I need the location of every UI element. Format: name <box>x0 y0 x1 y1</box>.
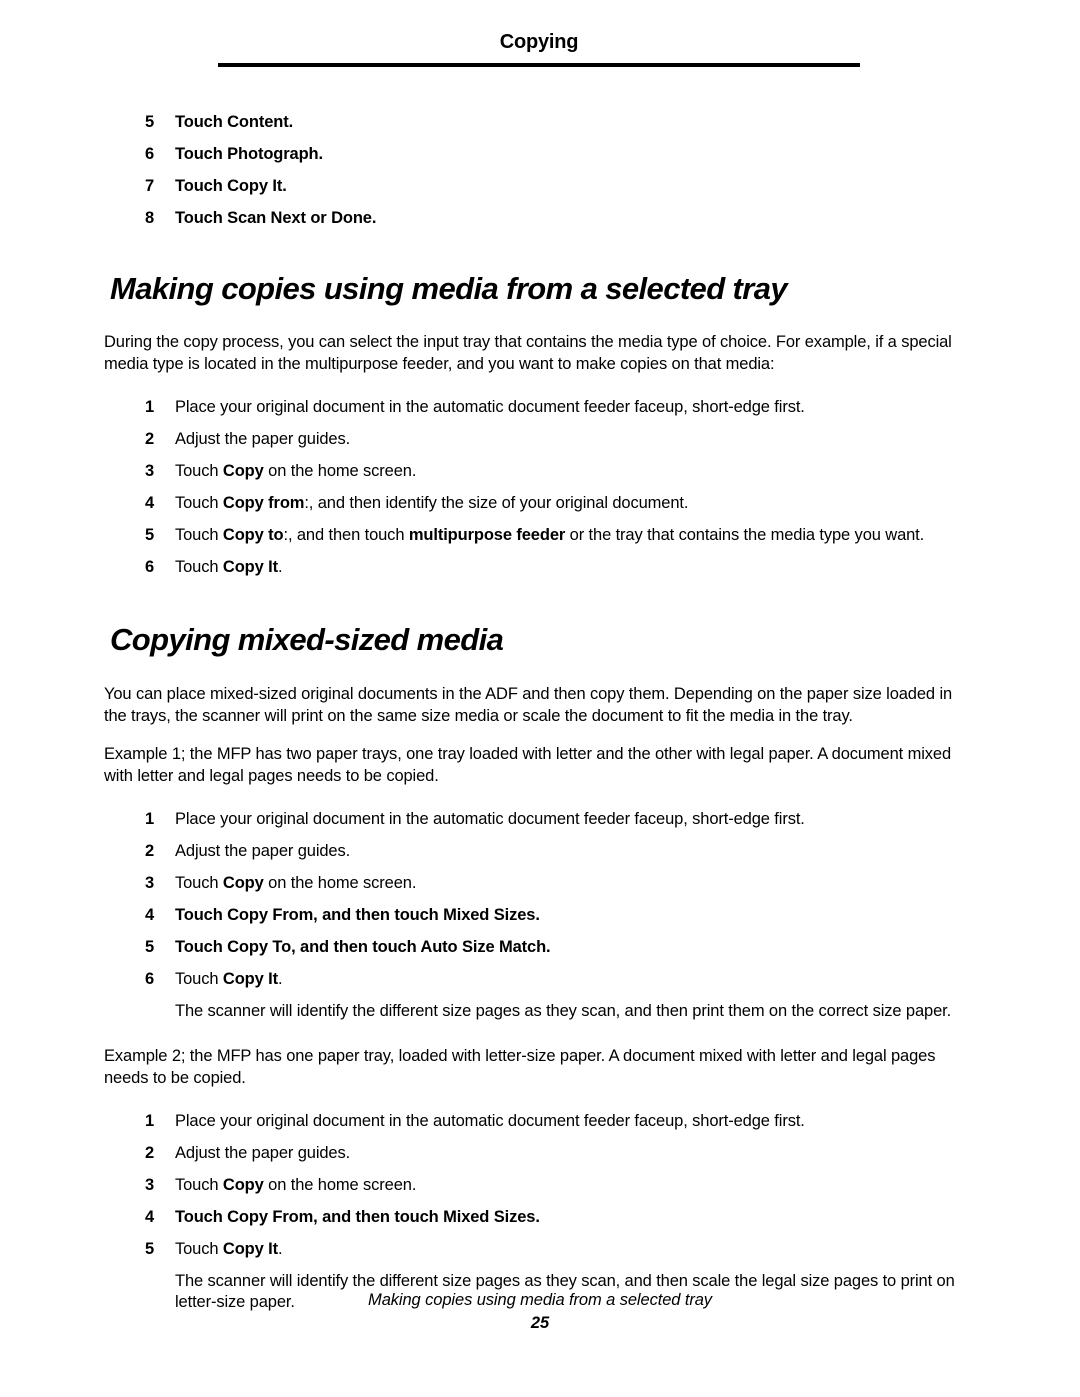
list-item-number: 1 <box>145 398 155 416</box>
list-item: 4 Touch Copy From, and then touch Mixed S… <box>104 1207 976 1228</box>
list-item: 5 Touch Content. <box>104 112 976 133</box>
list-item-number: 6 <box>145 970 155 988</box>
document-page: Copying 5 Touch Content. 6 Touch Photograph… <box>0 0 1080 1397</box>
list-item-number: 2 <box>145 842 155 860</box>
page-content: 5 Touch Content. 6 Touch Photograph. 7 Touch … <box>104 112 976 1313</box>
list-item-text: Touch Copy on the home screen. <box>175 462 417 480</box>
list-item-text: Place your original document in the auto… <box>175 398 805 416</box>
list-item-text: Place your original document in the auto… <box>175 1112 805 1130</box>
list-item-text: Touch Copy to:, and then touch multipurp… <box>175 526 925 544</box>
list-item-number: 1 <box>145 810 155 828</box>
list-item: 6 Touch Photograph. <box>104 144 976 165</box>
footer-page-number: 25 <box>530 1314 550 1332</box>
example-1-steps-list: 1 Place your original document in the aut… <box>104 809 976 990</box>
list-item: 3 Touch Copy on the home screen. <box>104 461 976 482</box>
list-item-number: 3 <box>145 1176 155 1194</box>
list-item-text: Adjust the paper guides. <box>175 430 351 448</box>
example-2-paragraph: Example 2; the MFP has one paper tray, l… <box>104 1047 936 1087</box>
list-item-number: 7 <box>145 177 155 195</box>
list-item-number: 5 <box>145 1240 155 1258</box>
list-item-text: Touch Copy on the home screen. <box>175 1176 417 1194</box>
list-item: 7 Touch Copy It. <box>104 176 976 197</box>
list-item-number: 4 <box>145 1208 155 1226</box>
list-item: 4 Touch Copy From, and then touch Mixed S… <box>104 905 976 926</box>
list-item-number: 5 <box>145 526 155 544</box>
list-item: 6 Touch Copy It. <box>104 969 976 990</box>
list-item-text: Touch Copy from:, and then identify the … <box>175 494 689 512</box>
page-header: Copying <box>218 30 860 67</box>
list-item: 2 Adjust the paper guides. <box>104 1143 976 1164</box>
list-item: 5 Touch Copy It. <box>104 1239 976 1260</box>
list-item-text: Touch Copy on the home screen. <box>175 874 417 892</box>
example-1-note: The scanner will identify the different … <box>175 1002 952 1020</box>
list-item: 5 Touch Copy to:, and then touch multipur… <box>104 525 976 546</box>
list-item-text: Touch Photograph. <box>175 145 323 163</box>
list-item-number: 5 <box>145 938 155 956</box>
list-item: 3 Touch Copy on the home screen. <box>104 873 976 894</box>
list-item: 6 Touch Copy It. <box>104 557 976 578</box>
page-footer: Making copies using media from a selecte… <box>0 1290 1080 1333</box>
list-item: 1 Place your original document in the aut… <box>104 397 976 418</box>
list-item: 2 Adjust the paper guides. <box>104 841 976 862</box>
list-item-number: 8 <box>145 209 155 227</box>
list-item-number: 3 <box>145 462 155 480</box>
list-item-text: Touch Scan Next or Done. <box>175 209 377 227</box>
list-item-text: Adjust the paper guides. <box>175 1144 351 1162</box>
list-item-text: Touch Copy It. <box>175 177 287 195</box>
list-item-number: 6 <box>145 145 155 163</box>
list-item-text: Touch Copy It. <box>175 558 283 576</box>
list-item: 5 Touch Copy To, and then touch Auto Size… <box>104 937 976 958</box>
list-item-number: 5 <box>145 113 155 131</box>
section-2-intro: You can place mixed-sized original docum… <box>104 685 953 725</box>
list-item-text: Touch Copy It. <box>175 1240 283 1258</box>
list-item: 3 Touch Copy on the home screen. <box>104 1175 976 1196</box>
list-item-text: Touch Content. <box>175 113 294 131</box>
section-1-intro: During the copy process, you can select … <box>104 333 952 373</box>
footer-running-title: Making copies using media from a selecte… <box>368 1291 712 1309</box>
list-item: 1 Place your original document in the aut… <box>104 809 976 830</box>
section-heading-selected-tray: Making copies using media from a selecte… <box>110 271 788 306</box>
example-2-steps-list: 1 Place your original document in the aut… <box>104 1111 976 1260</box>
list-item-number: 4 <box>145 906 155 924</box>
list-item-text: Touch Copy From, and then touch Mixed Si… <box>175 1208 540 1226</box>
list-item: 2 Adjust the paper guides. <box>104 429 976 450</box>
section-heading-mixed-sized-media: Copying mixed-sized media <box>110 622 504 657</box>
list-item-number: 1 <box>145 1112 155 1130</box>
list-item-text: Touch Copy To, and then touch Auto Size … <box>175 938 551 956</box>
list-item-text: Touch Copy It. <box>175 970 283 988</box>
header-title: Copying <box>499 31 579 53</box>
list-item: 1 Place your original document in the aut… <box>104 1111 976 1132</box>
list-item-text: Adjust the paper guides. <box>175 842 351 860</box>
list-item-text: Touch Copy From, and then touch Mixed Si… <box>175 906 540 924</box>
list-item-number: 2 <box>145 430 155 448</box>
list-item-text: Place your original document in the auto… <box>175 810 805 828</box>
list-item-number: 2 <box>145 1144 155 1162</box>
top-steps-list: 5 Touch Content. 6 Touch Photograph. 7 Touch … <box>104 112 976 229</box>
list-item: 4 Touch Copy from:, and then identify the… <box>104 493 976 514</box>
section-1-steps-list: 1 Place your original document in the aut… <box>104 397 976 578</box>
list-item-number: 3 <box>145 874 155 892</box>
header-divider <box>218 63 860 67</box>
list-item: 8 Touch Scan Next or Done. <box>104 208 976 229</box>
list-item-number: 6 <box>145 558 155 576</box>
example-1-paragraph: Example 1; the MFP has two paper trays, … <box>104 745 952 785</box>
list-item-number: 4 <box>145 494 155 512</box>
